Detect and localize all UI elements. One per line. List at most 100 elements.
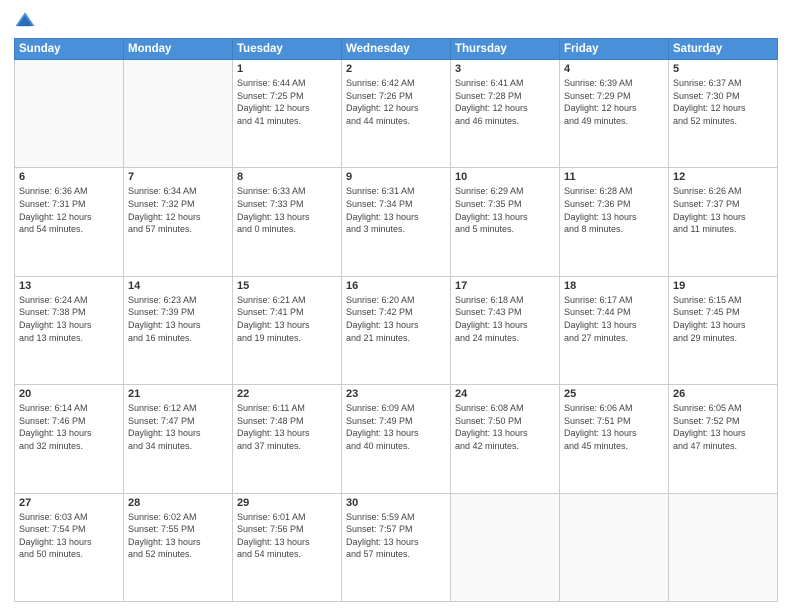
day-number: 22	[237, 388, 337, 400]
calendar-table: SundayMondayTuesdayWednesdayThursdayFrid…	[14, 38, 778, 602]
day-info: Sunrise: 6:05 AM Sunset: 7:52 PM Dayligh…	[673, 402, 773, 452]
day-number: 14	[128, 280, 228, 292]
calendar-cell	[124, 60, 233, 168]
day-number: 8	[237, 171, 337, 183]
day-number: 4	[564, 63, 664, 75]
calendar-cell: 27 Sunrise: 6:03 AM Sunset: 7:54 PM Dayli…	[15, 493, 124, 601]
day-info: Sunrise: 6:18 AM Sunset: 7:43 PM Dayligh…	[455, 294, 555, 344]
day-number: 3	[455, 63, 555, 75]
day-number: 1	[237, 63, 337, 75]
weekday-thursday: Thursday	[451, 39, 560, 60]
calendar-cell: 12Sunrise: 6:26 AM Sunset: 7:37 PM Dayli…	[669, 168, 778, 276]
day-info: Sunrise: 6:06 AM Sunset: 7:51 PM Dayligh…	[564, 402, 664, 452]
calendar-cell: 22 Sunrise: 6:11 AM Sunset: 7:48 PM Dayli…	[233, 385, 342, 493]
day-number: 6	[19, 171, 119, 183]
calendar-cell: 19 Sunrise: 6:15 AM Sunset: 7:45 PM Dayli…	[669, 276, 778, 384]
calendar-cell: 30Sunrise: 5:59 AM Sunset: 7:57 PM Dayli…	[342, 493, 451, 601]
day-number: 13	[19, 280, 119, 292]
day-info: Sunrise: 6:44 AM Sunset: 7:25 PM Dayligh…	[237, 77, 337, 127]
calendar-cell: 14Sunrise: 6:23 AM Sunset: 7:39 PM Dayli…	[124, 276, 233, 384]
calendar-cell	[15, 60, 124, 168]
header	[14, 10, 778, 32]
calendar-week-2: 6Sunrise: 6:36 AM Sunset: 7:31 PM Daylig…	[15, 168, 778, 276]
calendar-cell: 24Sunrise: 6:08 AM Sunset: 7:50 PM Dayli…	[451, 385, 560, 493]
day-info: Sunrise: 6:21 AM Sunset: 7:41 PM Dayligh…	[237, 294, 337, 344]
day-info: Sunrise: 6:24 AM Sunset: 7:38 PM Dayligh…	[19, 294, 119, 344]
day-info: Sunrise: 6:33 AM Sunset: 7:33 PM Dayligh…	[237, 185, 337, 235]
day-number: 12	[673, 171, 773, 183]
calendar-cell: 17 Sunrise: 6:18 AM Sunset: 7:43 PM Dayli…	[451, 276, 560, 384]
day-info: Sunrise: 6:12 AM Sunset: 7:47 PM Dayligh…	[128, 402, 228, 452]
weekday-tuesday: Tuesday	[233, 39, 342, 60]
day-info: Sunrise: 6:34 AM Sunset: 7:32 PM Dayligh…	[128, 185, 228, 235]
calendar-cell: 21 Sunrise: 6:12 AM Sunset: 7:47 PM Dayli…	[124, 385, 233, 493]
day-number: 5	[673, 63, 773, 75]
day-number: 18	[564, 280, 664, 292]
day-info: Sunrise: 6:31 AM Sunset: 7:34 PM Dayligh…	[346, 185, 446, 235]
calendar-cell	[451, 493, 560, 601]
calendar-cell: 25 Sunrise: 6:06 AM Sunset: 7:51 PM Dayli…	[560, 385, 669, 493]
calendar-cell: 26 Sunrise: 6:05 AM Sunset: 7:52 PM Dayli…	[669, 385, 778, 493]
weekday-saturday: Saturday	[669, 39, 778, 60]
day-info: Sunrise: 6:29 AM Sunset: 7:35 PM Dayligh…	[455, 185, 555, 235]
weekday-monday: Monday	[124, 39, 233, 60]
day-number: 26	[673, 388, 773, 400]
day-number: 30	[346, 497, 446, 509]
calendar-week-3: 13 Sunrise: 6:24 AM Sunset: 7:38 PM Dayli…	[15, 276, 778, 384]
day-info: Sunrise: 6:03 AM Sunset: 7:54 PM Dayligh…	[19, 511, 119, 561]
calendar-cell: 4Sunrise: 6:39 AM Sunset: 7:29 PM Daylig…	[560, 60, 669, 168]
day-info: Sunrise: 6:37 AM Sunset: 7:30 PM Dayligh…	[673, 77, 773, 127]
day-number: 29	[237, 497, 337, 509]
calendar-cell: 16 Sunrise: 6:20 AM Sunset: 7:42 PM Dayli…	[342, 276, 451, 384]
day-number: 16	[346, 280, 446, 292]
day-info: Sunrise: 6:01 AM Sunset: 7:56 PM Dayligh…	[237, 511, 337, 561]
calendar-cell: 5 Sunrise: 6:37 AM Sunset: 7:30 PM Daylig…	[669, 60, 778, 168]
calendar-cell: 15 Sunrise: 6:21 AM Sunset: 7:41 PM Dayli…	[233, 276, 342, 384]
day-info: Sunrise: 6:09 AM Sunset: 7:49 PM Dayligh…	[346, 402, 446, 452]
day-number: 15	[237, 280, 337, 292]
weekday-friday: Friday	[560, 39, 669, 60]
day-info: Sunrise: 6:11 AM Sunset: 7:48 PM Dayligh…	[237, 402, 337, 452]
day-number: 27	[19, 497, 119, 509]
day-info: Sunrise: 6:28 AM Sunset: 7:36 PM Dayligh…	[564, 185, 664, 235]
calendar-cell	[560, 493, 669, 601]
day-number: 7	[128, 171, 228, 183]
calendar-cell: 23 Sunrise: 6:09 AM Sunset: 7:49 PM Dayli…	[342, 385, 451, 493]
day-number: 25	[564, 388, 664, 400]
day-number: 19	[673, 280, 773, 292]
day-number: 17	[455, 280, 555, 292]
calendar-cell: 9 Sunrise: 6:31 AM Sunset: 7:34 PM Daylig…	[342, 168, 451, 276]
calendar-cell	[669, 493, 778, 601]
day-info: Sunrise: 6:15 AM Sunset: 7:45 PM Dayligh…	[673, 294, 773, 344]
day-number: 10	[455, 171, 555, 183]
calendar-cell: 18Sunrise: 6:17 AM Sunset: 7:44 PM Dayli…	[560, 276, 669, 384]
day-info: Sunrise: 6:41 AM Sunset: 7:28 PM Dayligh…	[455, 77, 555, 127]
day-number: 28	[128, 497, 228, 509]
calendar-cell: 20 Sunrise: 6:14 AM Sunset: 7:46 PM Dayli…	[15, 385, 124, 493]
calendar-cell: 8 Sunrise: 6:33 AM Sunset: 7:33 PM Daylig…	[233, 168, 342, 276]
day-number: 23	[346, 388, 446, 400]
calendar-cell: 2Sunrise: 6:42 AM Sunset: 7:26 PM Daylig…	[342, 60, 451, 168]
day-info: Sunrise: 6:02 AM Sunset: 7:55 PM Dayligh…	[128, 511, 228, 561]
day-info: Sunrise: 6:20 AM Sunset: 7:42 PM Dayligh…	[346, 294, 446, 344]
calendar-cell: 11 Sunrise: 6:28 AM Sunset: 7:36 PM Dayli…	[560, 168, 669, 276]
weekday-sunday: Sunday	[15, 39, 124, 60]
calendar-cell: 7 Sunrise: 6:34 AM Sunset: 7:32 PM Daylig…	[124, 168, 233, 276]
calendar-week-1: 1 Sunrise: 6:44 AM Sunset: 7:25 PM Daylig…	[15, 60, 778, 168]
calendar-cell: 6Sunrise: 6:36 AM Sunset: 7:31 PM Daylig…	[15, 168, 124, 276]
day-info: Sunrise: 6:14 AM Sunset: 7:46 PM Dayligh…	[19, 402, 119, 452]
calendar-week-5: 27 Sunrise: 6:03 AM Sunset: 7:54 PM Dayli…	[15, 493, 778, 601]
day-number: 9	[346, 171, 446, 183]
day-info: Sunrise: 6:08 AM Sunset: 7:50 PM Dayligh…	[455, 402, 555, 452]
day-number: 21	[128, 388, 228, 400]
calendar-cell: 29 Sunrise: 6:01 AM Sunset: 7:56 PM Dayli…	[233, 493, 342, 601]
calendar-cell: 13 Sunrise: 6:24 AM Sunset: 7:38 PM Dayli…	[15, 276, 124, 384]
logo-icon	[14, 10, 36, 32]
calendar-cell: 3 Sunrise: 6:41 AM Sunset: 7:28 PM Daylig…	[451, 60, 560, 168]
day-number: 20	[19, 388, 119, 400]
day-number: 11	[564, 171, 664, 183]
weekday-wednesday: Wednesday	[342, 39, 451, 60]
page: SundayMondayTuesdayWednesdayThursdayFrid…	[0, 0, 792, 612]
calendar-week-4: 20 Sunrise: 6:14 AM Sunset: 7:46 PM Dayli…	[15, 385, 778, 493]
day-number: 2	[346, 63, 446, 75]
